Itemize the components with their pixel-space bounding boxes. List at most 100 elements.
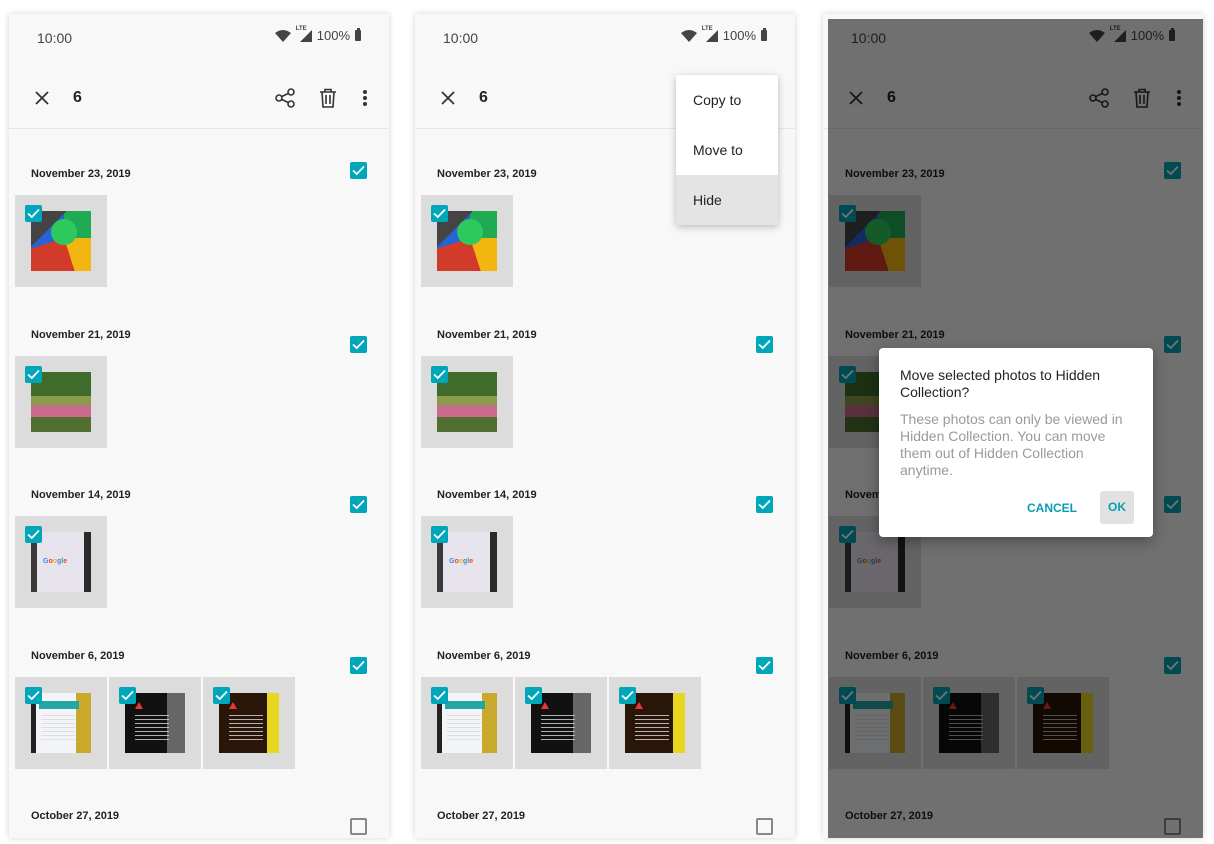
battery-percent: 100% bbox=[1130, 28, 1164, 43]
photo-select-checkbox[interactable] bbox=[525, 687, 542, 704]
check-icon bbox=[621, 690, 634, 701]
photo-thumbnail[interactable] bbox=[203, 677, 295, 769]
photo-thumbnail[interactable]: Google bbox=[15, 516, 107, 608]
photo-thumbnail[interactable] bbox=[421, 356, 513, 448]
photo-select-checkbox[interactable] bbox=[933, 687, 950, 704]
section-select-checkbox[interactable] bbox=[350, 818, 367, 835]
menu-item-copy-to[interactable]: Copy to bbox=[676, 75, 778, 125]
photo-select-checkbox[interactable] bbox=[1027, 687, 1044, 704]
section-date: November 23, 2019 bbox=[845, 168, 945, 180]
section-select-checkbox[interactable] bbox=[350, 657, 367, 674]
section-date: November 6, 2019 bbox=[31, 650, 125, 662]
status-time: 10:00 bbox=[851, 30, 887, 46]
close-selection-button[interactable] bbox=[844, 86, 868, 110]
section-date: October 27, 2019 bbox=[437, 810, 526, 822]
photo-select-checkbox[interactable] bbox=[25, 366, 42, 383]
status-bar: 10:00 LTE 100% bbox=[823, 14, 1203, 60]
photo-select-checkbox[interactable] bbox=[431, 205, 448, 222]
section-select-checkbox[interactable] bbox=[756, 336, 773, 353]
check-icon bbox=[758, 660, 771, 671]
photo-thumbnail[interactable] bbox=[15, 195, 107, 287]
photo-select-checkbox[interactable] bbox=[25, 526, 42, 543]
section-date: November 14, 2019 bbox=[31, 489, 131, 501]
section-select-checkbox[interactable] bbox=[1164, 818, 1181, 835]
photo-select-checkbox[interactable] bbox=[839, 366, 856, 383]
screen-hide-dialog: 10:00 LTE 100% 6 November 23, 2019 Novem… bbox=[823, 14, 1203, 838]
photo-select-checkbox[interactable] bbox=[431, 687, 448, 704]
dialog-ok-button[interactable]: OK bbox=[1100, 491, 1134, 524]
photo-thumbnail[interactable] bbox=[15, 356, 107, 448]
photo-select-checkbox[interactable] bbox=[431, 526, 448, 543]
photo-thumbnail[interactable] bbox=[421, 677, 513, 769]
menu-item-hide[interactable]: Hide bbox=[676, 175, 778, 225]
close-icon bbox=[441, 91, 455, 105]
photo-thumbnail[interactable] bbox=[1017, 677, 1109, 769]
share-button[interactable] bbox=[1087, 86, 1111, 110]
close-selection-button[interactable] bbox=[436, 86, 460, 110]
check-icon bbox=[215, 690, 228, 701]
photo-select-checkbox[interactable] bbox=[25, 687, 42, 704]
section-date: October 27, 2019 bbox=[845, 810, 934, 822]
section-date: November 6, 2019 bbox=[845, 650, 939, 662]
photo-thumbnail[interactable] bbox=[421, 195, 513, 287]
warning-icon bbox=[1043, 702, 1051, 709]
screen-overflow-menu: 10:00 LTE 100% 6 November 23, 2019 Novem… bbox=[415, 14, 795, 838]
lte-icon: LTE bbox=[296, 26, 312, 42]
overflow-menu: Copy to Move to Hide bbox=[676, 75, 778, 225]
photo-thumbnail[interactable] bbox=[923, 677, 1015, 769]
section-select-checkbox[interactable] bbox=[1164, 657, 1181, 674]
photo-thumbnail[interactable] bbox=[829, 677, 921, 769]
section-select-checkbox[interactable] bbox=[1164, 496, 1181, 513]
dialog-cancel-button[interactable]: CANCEL bbox=[1019, 492, 1085, 524]
screen-selection: 10:00 LTE 100% 6 November 23, 2019 Novem… bbox=[9, 14, 389, 838]
section-select-checkbox[interactable] bbox=[756, 657, 773, 674]
photo-select-checkbox[interactable] bbox=[213, 687, 230, 704]
check-icon bbox=[27, 529, 40, 540]
check-icon bbox=[433, 690, 446, 701]
photo-thumbnail[interactable] bbox=[15, 677, 107, 769]
delete-button[interactable] bbox=[1130, 86, 1154, 110]
photo-select-checkbox[interactable] bbox=[119, 687, 136, 704]
section-select-checkbox[interactable] bbox=[1164, 336, 1181, 353]
photo-select-checkbox[interactable] bbox=[839, 687, 856, 704]
section-select-checkbox[interactable] bbox=[350, 336, 367, 353]
check-icon bbox=[27, 208, 40, 219]
photo-select-checkbox[interactable] bbox=[431, 366, 448, 383]
photo-thumbnail[interactable] bbox=[109, 677, 201, 769]
section-select-checkbox[interactable] bbox=[1164, 162, 1181, 179]
check-icon bbox=[352, 165, 365, 176]
selected-count: 6 bbox=[73, 89, 82, 106]
check-icon bbox=[352, 499, 365, 510]
google-logo: Google bbox=[449, 558, 474, 565]
section-select-checkbox[interactable] bbox=[350, 496, 367, 513]
dialog-body: These photos can only be viewed in Hidde… bbox=[900, 411, 1123, 478]
share-icon bbox=[1089, 88, 1109, 108]
check-icon bbox=[121, 690, 134, 701]
check-icon bbox=[1166, 499, 1179, 510]
photo-select-checkbox[interactable] bbox=[619, 687, 636, 704]
photo-thumbnail[interactable] bbox=[515, 677, 607, 769]
photo-select-checkbox[interactable] bbox=[839, 205, 856, 222]
photo-thumbnail[interactable]: Google bbox=[421, 516, 513, 608]
selection-app-bar: 6 bbox=[9, 68, 389, 129]
photo-thumbnail[interactable] bbox=[609, 677, 701, 769]
photo-select-checkbox[interactable] bbox=[839, 526, 856, 543]
warning-icon bbox=[949, 702, 957, 709]
photo-select-checkbox[interactable] bbox=[25, 205, 42, 222]
photo-thumbnail[interactable] bbox=[829, 195, 921, 287]
check-icon bbox=[841, 529, 854, 540]
close-icon bbox=[849, 91, 863, 105]
close-icon bbox=[35, 91, 49, 105]
check-icon bbox=[352, 339, 365, 350]
check-icon bbox=[841, 690, 854, 701]
overflow-menu-button[interactable] bbox=[353, 86, 377, 110]
section-select-checkbox[interactable] bbox=[756, 818, 773, 835]
section-select-checkbox[interactable] bbox=[756, 496, 773, 513]
wifi-icon bbox=[680, 29, 697, 42]
section-select-checkbox[interactable] bbox=[350, 162, 367, 179]
delete-button[interactable] bbox=[316, 86, 340, 110]
share-button[interactable] bbox=[273, 86, 297, 110]
close-selection-button[interactable] bbox=[30, 86, 54, 110]
menu-item-move-to[interactable]: Move to bbox=[676, 125, 778, 175]
overflow-menu-button[interactable] bbox=[1167, 86, 1191, 110]
